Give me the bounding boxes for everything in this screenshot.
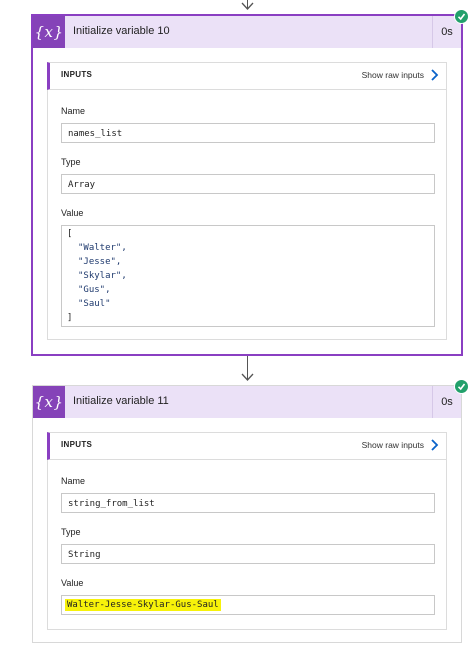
arrow-down-icon bbox=[241, 373, 254, 381]
name-label: Name bbox=[61, 106, 86, 116]
card-header[interactable]: {x} Initialize variable 11 0s bbox=[33, 386, 461, 418]
inputs-body: Name names_list Type Array Value [ "Walt… bbox=[47, 90, 447, 340]
arrow-down-icon bbox=[241, 2, 254, 10]
value-field: [ "Walter", "Jesse", "Skylar", "Gus", "S… bbox=[61, 225, 435, 327]
name-value: names_list bbox=[68, 129, 123, 139]
inputs-section-header: INPUTS Show raw inputs bbox=[47, 432, 447, 460]
card-title: Initialize variable 10 bbox=[73, 25, 170, 37]
show-raw-inputs-link[interactable]: Show raw inputs bbox=[362, 440, 424, 450]
json-item: "Saul" bbox=[78, 299, 111, 309]
card-header[interactable]: {x} Initialize variable 10 0s bbox=[33, 16, 461, 48]
name-field: string_from_list bbox=[61, 493, 435, 513]
action-card-initialize-variable-10[interactable]: {x} Initialize variable 10 0s INPUTS Sho… bbox=[32, 15, 462, 355]
value-label: Value bbox=[61, 578, 84, 588]
show-raw-inputs-link[interactable]: Show raw inputs bbox=[362, 70, 424, 80]
json-item: "Gus", bbox=[78, 285, 111, 295]
success-check-icon bbox=[454, 379, 469, 394]
type-value: String bbox=[68, 550, 101, 560]
value-label: Value bbox=[61, 208, 84, 218]
variable-icon: {x} bbox=[33, 16, 65, 48]
name-field: names_list bbox=[61, 123, 435, 143]
json-item: "Skylar", bbox=[78, 271, 127, 281]
card-title: Initialize variable 11 bbox=[73, 395, 169, 407]
success-check-icon bbox=[454, 9, 469, 24]
highlighted-value: Walter-Jesse-Skylar-Gus-Saul bbox=[65, 599, 221, 611]
name-label: Name bbox=[61, 476, 86, 486]
json-item: "Walter", bbox=[78, 243, 127, 253]
value-text-container: Walter-Jesse-Skylar-Gus-Saul bbox=[65, 599, 221, 611]
chevron-right-icon[interactable] bbox=[430, 68, 439, 82]
type-field: String bbox=[61, 544, 435, 564]
type-field: Array bbox=[61, 174, 435, 194]
variable-icon: {x} bbox=[33, 386, 65, 418]
json-close-bracket: ] bbox=[67, 313, 73, 323]
value-field: Walter-Jesse-Skylar-Gus-Saul bbox=[61, 595, 435, 615]
inputs-label: INPUTS bbox=[61, 70, 93, 79]
chevron-right-icon[interactable] bbox=[430, 438, 439, 452]
inputs-label: INPUTS bbox=[61, 440, 93, 449]
json-item: "Jesse", bbox=[78, 257, 122, 267]
type-label: Type bbox=[61, 527, 81, 537]
type-label: Type bbox=[61, 157, 81, 167]
type-value: Array bbox=[68, 180, 96, 190]
inputs-section-header: INPUTS Show raw inputs bbox=[47, 62, 447, 90]
inputs-body: Name string_from_list Type String Value … bbox=[47, 460, 447, 630]
json-open-bracket: [ bbox=[67, 229, 73, 239]
name-value: string_from_list bbox=[68, 499, 155, 509]
action-card-initialize-variable-11[interactable]: {x} Initialize variable 11 0s INPUTS Sho… bbox=[32, 385, 462, 643]
